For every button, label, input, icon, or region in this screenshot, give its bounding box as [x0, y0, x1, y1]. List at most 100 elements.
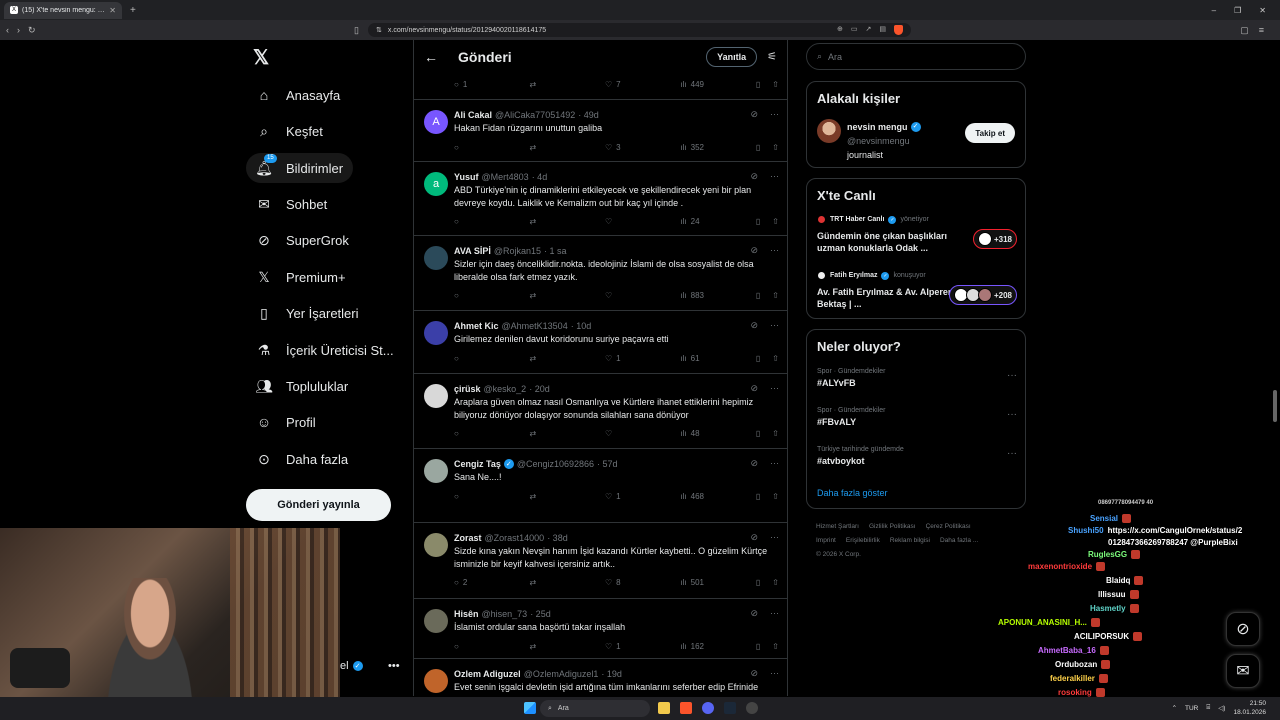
tweet-time[interactable]: · 25d [530, 609, 551, 619]
footer-link[interactable]: Çerez Politikası [926, 523, 971, 530]
bookmark-icon[interactable]: ▯ [756, 492, 760, 501]
browser-tab[interactable]: X (15) X'te nevsin mengu: "Devletin ✕ [4, 1, 122, 19]
author-name[interactable]: Hisên [454, 609, 479, 619]
repost-action[interactable]: ⇄ [529, 578, 569, 587]
more-icon[interactable]: ··· [770, 109, 779, 120]
file-explorer-icon[interactable] [658, 702, 670, 714]
reply-action[interactable]: ○ [454, 492, 494, 501]
author-handle[interactable]: @Mert4803 [482, 172, 529, 182]
brave-shield-icon[interactable] [894, 25, 903, 35]
avatar[interactable] [424, 533, 448, 557]
bookmark-page-icon[interactable]: ▯ [354, 25, 359, 36]
avatar[interactable]: a [424, 172, 448, 196]
clock[interactable]: 21:50 18.01.2026 [1233, 699, 1266, 717]
author-handle[interactable]: @hisen_73 [482, 609, 528, 619]
more-icon[interactable]: ··· [1007, 409, 1017, 420]
reply-action[interactable]: ○ 1 [454, 80, 494, 89]
repost-action[interactable]: ⇄ [529, 143, 569, 152]
reply-tweet[interactable]: AVA SİPİ @Rojkan15 · 1 sa ⊘ ··· Sizler için d… [414, 235, 787, 310]
grok-button[interactable]: ⊘ [1226, 612, 1260, 646]
like-action[interactable]: ♡ [605, 217, 645, 226]
bookmark-icon[interactable]: ▯ [756, 80, 760, 89]
like-action[interactable]: ♡ 7 [605, 80, 645, 89]
author-name[interactable]: Zorast [454, 533, 482, 543]
nav-item-0[interactable]: ⌂ Anasayfa [246, 80, 350, 110]
reply-action[interactable]: ○ 2 [454, 578, 494, 587]
footer-link[interactable]: Reklam bilgisi [890, 537, 930, 544]
grok-icon[interactable]: ⊘ [750, 383, 758, 394]
nav-item-2[interactable]: 🔔︎ 15 Bildirimler [246, 153, 354, 183]
screenshot-icon[interactable]: ▭ [851, 25, 858, 35]
site-info-icon[interactable]: ⇅ [376, 26, 382, 34]
address-bar[interactable]: ⇅ x.com/nevsinmengu/status/2012940020118… [368, 23, 911, 37]
views-action[interactable]: ılı 501 [680, 578, 720, 587]
avatar[interactable] [424, 384, 448, 408]
brave-icon[interactable] [680, 702, 692, 714]
avatar[interactable] [424, 609, 448, 633]
translate-icon[interactable]: ▤ [879, 25, 886, 35]
grok-icon[interactable]: ⊘ [750, 668, 758, 679]
share-icon[interactable]: ⇧ [772, 354, 779, 363]
grok-icon[interactable]: ⊘ [750, 320, 758, 331]
live-space-item[interactable]: Fatih Eryılmaz ✓ konuşuyor Av. Fatih Eryılm… [817, 271, 1017, 310]
like-action[interactable]: ♡ 3 [605, 143, 645, 152]
author-name[interactable]: Yusuf [454, 172, 479, 182]
nav-item-8[interactable]: 👥︎ Topluluklar [246, 371, 358, 401]
tray-lang[interactable]: TUR [1185, 705, 1198, 712]
sliders-icon[interactable]: ⚟ [767, 50, 777, 63]
close-window-button[interactable]: ✕ [1259, 6, 1266, 15]
tweet-time[interactable]: · 20d [529, 384, 550, 394]
views-action[interactable]: ılı 883 [680, 291, 720, 300]
forward-nav-icon[interactable]: › [17, 25, 20, 35]
zoom-icon[interactable]: ⊕ [837, 25, 843, 35]
network-icon[interactable]: ⌸ [1206, 704, 1210, 712]
author-handle[interactable]: @AliCaka77051492 [495, 110, 575, 120]
x-logo-icon[interactable]: 𝕏 [253, 48, 273, 68]
bookmark-icon[interactable]: ▯ [756, 354, 760, 363]
author-handle[interactable]: @AhmetK13504 [502, 321, 568, 331]
bookmark-icon[interactable]: ▯ [756, 143, 760, 152]
more-icon[interactable]: ··· [1007, 448, 1017, 459]
share-icon[interactable]: ⇧ [772, 143, 779, 152]
more-icon[interactable]: ··· [770, 245, 779, 256]
tweet-time[interactable]: · 57d [597, 459, 618, 469]
back-nav-icon[interactable]: ‹ [6, 25, 9, 35]
obs-icon[interactable] [746, 702, 758, 714]
more-icon[interactable]: ··· [770, 320, 779, 331]
avatar[interactable]: A [424, 110, 448, 134]
live-space-item[interactable]: TRT Haber Canlı ✓ yönetiyor Gündemin öne çı… [817, 215, 1017, 254]
trend-item[interactable]: Türkiye tarihinde gündemde #atvboykot ··· [817, 446, 1017, 466]
footer-link[interactable]: Hizmet Şartları [816, 523, 859, 530]
like-action[interactable]: ♡ 1 [605, 642, 645, 651]
reply-action[interactable]: ○ [454, 429, 494, 438]
views-action[interactable]: ılı 48 [680, 429, 720, 438]
messages-button[interactable]: ✉ [1226, 654, 1260, 688]
author-name[interactable]: Ahmet Kic [454, 321, 499, 331]
follow-button[interactable]: Takip et [965, 123, 1015, 143]
avatar[interactable] [424, 459, 448, 483]
reply-tweet[interactable]: Ahmet Kic @AhmetK13504 · 10d ⊘ ··· Girilemez … [414, 310, 787, 373]
more-icon[interactable]: ··· [770, 383, 779, 394]
reply-action[interactable]: ○ [454, 291, 494, 300]
avatar[interactable] [424, 246, 448, 270]
like-action[interactable]: ♡ [605, 291, 645, 300]
share-icon[interactable]: ⇧ [772, 217, 779, 226]
reply-action[interactable]: ○ [454, 354, 494, 363]
tweet-time[interactable]: · 10d [571, 321, 592, 331]
reply-action[interactable]: ○ [454, 642, 494, 651]
repost-action[interactable]: ⇄ [529, 642, 569, 651]
more-icon[interactable]: ··· [770, 532, 779, 543]
tray-chevron-icon[interactable]: ⌃ [1172, 704, 1177, 712]
repost-action[interactable]: ⇄ [529, 492, 569, 501]
tweet-time[interactable]: · 4d [532, 172, 548, 182]
grok-icon[interactable]: ⊘ [750, 608, 758, 619]
repost-action[interactable]: ⇄ [529, 354, 569, 363]
bookmark-icon[interactable]: ▯ [756, 291, 760, 300]
author-name[interactable]: çirüsk [454, 384, 481, 394]
avatar[interactable] [424, 669, 448, 693]
trend-item[interactable]: Spor · Gündemdekiler #ALYvFB ··· [817, 368, 1017, 388]
related-name[interactable]: nevsin mengu [847, 120, 908, 134]
views-action[interactable]: ılı 162 [680, 642, 720, 651]
nav-item-1[interactable]: ⌕ Keşfet [246, 116, 333, 146]
reply-tweet[interactable]: Ozlem Adiguzel @OzlemAdiguzel1 · 19d ⊘ ··· Ev… [414, 658, 787, 696]
